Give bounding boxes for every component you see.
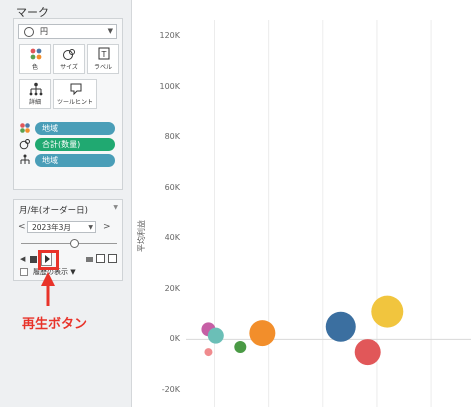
scatter-point[interactable] [354,339,381,366]
scatter-plot [186,20,471,407]
scatter-point[interactable] [204,348,213,357]
y-tick-label: 100K [159,81,180,91]
y-tick-label: -20K [161,385,180,394]
y-tick-label: 20K [164,283,180,293]
scatter-point[interactable] [325,311,356,342]
y-tick-label: 60K [164,182,180,192]
scatter-point[interactable] [249,320,276,347]
scatter-point[interactable] [234,341,247,354]
scatter-point[interactable] [371,295,404,328]
y-tick-label: 120K [159,31,180,40]
scatter-point[interactable] [207,327,224,344]
y-tick-label: 80K [164,132,180,142]
y-tick-label: 40K [164,233,180,243]
y-tick-label: 0K [169,334,180,344]
